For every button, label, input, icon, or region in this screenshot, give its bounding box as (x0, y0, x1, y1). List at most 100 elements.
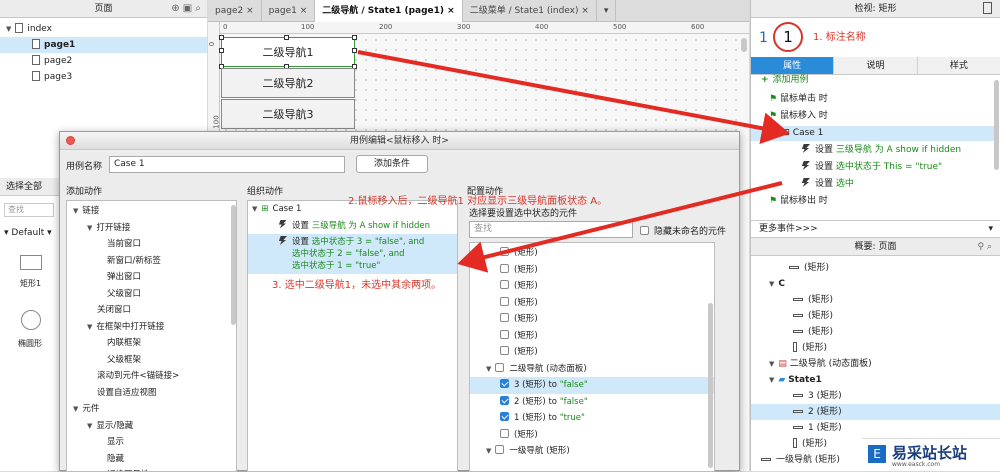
library-selector[interactable]: ▾ Default ▾ (4, 228, 52, 238)
action-item[interactable]: 关闭窗口 (67, 302, 236, 319)
config-row[interactable]: ▼ 二级导航 (动态面板) (470, 361, 714, 378)
checkbox[interactable] (500, 346, 509, 355)
add-condition-button[interactable]: 添加条件 (356, 155, 428, 173)
org-action-1[interactable]: 设置 三级导航 为 A show if hidden (248, 218, 457, 235)
inspector-tab-2[interactable]: 样式 (917, 57, 1000, 74)
widget-name-circled[interactable]: 1 (773, 22, 803, 52)
checkbox[interactable] (500, 280, 509, 289)
action-item[interactable]: 隐藏 (67, 451, 236, 468)
inspector-event-3[interactable]: 设置 三级导航 为 A show if hidden (801, 143, 961, 158)
resize-handle[interactable] (284, 35, 289, 40)
action-item[interactable]: ▼ 显示/隐藏 (67, 418, 236, 435)
config-row[interactable]: (矩形) (470, 328, 714, 345)
checkbox[interactable] (500, 247, 509, 256)
action-item[interactable]: 设置自适应视图 (67, 385, 236, 402)
page-tree-item[interactable]: page2 (0, 53, 207, 69)
canvas-nav-item-2[interactable]: 二级导航2 (221, 68, 355, 98)
filter-search-icons[interactable]: ⚲ ⌕ (978, 238, 993, 256)
canvas-nav-item-1[interactable]: 二级导航1 (221, 37, 355, 67)
config-row[interactable]: 1 (矩形) to "true" (470, 410, 714, 427)
checkbox[interactable] (500, 263, 509, 273)
outline-item[interactable]: (矩形) (751, 260, 1000, 276)
outline-item[interactable]: (矩形) (751, 308, 1000, 324)
page-tree-item[interactable]: page3 (0, 69, 207, 85)
tab-2[interactable]: 二级导航 / State1 (page1) × (315, 0, 463, 22)
ellipse-widget-icon[interactable] (21, 310, 41, 330)
close-icon[interactable]: × (243, 6, 254, 16)
add-case-link[interactable]: + 添加用例 (761, 73, 809, 88)
resize-handle[interactable] (352, 35, 357, 40)
page-tree-item[interactable]: page1 (0, 37, 207, 53)
resize-handle[interactable] (219, 35, 224, 40)
resize-handle[interactable] (219, 48, 224, 53)
checkbox[interactable] (500, 428, 509, 438)
canvas-nav-item-3[interactable]: 二级导航3 (221, 99, 355, 129)
more-events-dropdown[interactable]: 更多事件>>> ▾ (751, 220, 1000, 238)
action-item[interactable]: 父级窗口 (67, 286, 236, 303)
action-item[interactable]: 切换可见性 (67, 467, 236, 471)
outline-item[interactable]: ▼ ▰ State1 (751, 372, 1000, 388)
case-name-input[interactable]: Case 1 (109, 156, 345, 173)
checkbox[interactable] (495, 362, 505, 372)
config-row[interactable]: 2 (矩形) to "false" (470, 394, 714, 411)
inspector-event-6[interactable]: ⚑ 鼠标移出 时 (769, 194, 828, 209)
inspector-scrollbar[interactable] (994, 80, 999, 170)
checkbox[interactable] (500, 296, 509, 306)
action-scrollbar[interactable] (231, 205, 236, 325)
checkbox[interactable] (500, 379, 509, 388)
page-tree-item[interactable]: ▼ index (0, 21, 207, 37)
checkbox[interactable] (500, 412, 509, 421)
select-all-button[interactable]: 选择全部 (0, 178, 59, 196)
org-action-2[interactable]: 设置 选中状态于 3 = "false", and 选中状态于 2 = "fal… (248, 234, 457, 274)
widget-search-input[interactable]: 查找 (4, 203, 54, 217)
inspector-event-5[interactable]: 设置 选中 (801, 177, 854, 192)
inspector-event-0[interactable]: ⚑ 鼠标单击 时 (769, 92, 828, 107)
close-icon[interactable]: × (297, 6, 308, 16)
tab-0[interactable]: page2 × (208, 0, 262, 22)
outline-item[interactable]: 1 (矩形) (751, 420, 1000, 436)
action-item[interactable]: 弹出窗口 (67, 269, 236, 286)
checkbox[interactable] (500, 329, 509, 339)
outline-item[interactable]: (矩形) (751, 324, 1000, 340)
tab-overflow-icon[interactable]: ▾ (597, 0, 617, 22)
inspector-event-2[interactable]: ▼ ⊞ Case 1 (751, 126, 994, 141)
hide-unnamed-checkbox[interactable]: 隐藏未命名的元件 (640, 224, 726, 237)
close-icon[interactable] (66, 136, 75, 145)
inspector-tab-1[interactable]: 说明 (834, 57, 918, 74)
config-row[interactable]: (矩形) (470, 344, 714, 361)
inspector-tab-0[interactable]: 属性 (751, 57, 835, 74)
action-item[interactable]: 父级框架 (67, 352, 236, 369)
close-icon[interactable]: × (579, 6, 589, 16)
action-item[interactable]: 当前窗口 (67, 236, 236, 253)
config-row[interactable]: (矩形) (470, 295, 714, 312)
pages-toolbar-icons[interactable]: ⊕ ▣ ⌕ (171, 0, 201, 18)
config-row[interactable]: 3 (矩形) to "false" (470, 377, 714, 394)
action-item[interactable]: ▼ 在框架中打开链接 (67, 319, 236, 336)
config-row[interactable]: (矩形) (470, 427, 714, 444)
config-scrollbar[interactable] (708, 303, 713, 468)
inspector-event-4[interactable]: 设置 选中状态于 This = "true" (801, 160, 942, 175)
checkbox[interactable] (500, 313, 509, 322)
outline-item[interactable]: (矩形) (751, 340, 1000, 356)
config-search-input[interactable]: 查找 (469, 221, 633, 238)
action-item[interactable]: ▼ 打开链接 (67, 220, 236, 237)
outline-item[interactable]: ▼ C (751, 276, 1000, 292)
resize-handle[interactable] (352, 48, 357, 53)
inspector-event-1[interactable]: ⚑ 鼠标移入 时 (769, 109, 828, 124)
outline-item[interactable]: 3 (矩形) (751, 388, 1000, 404)
action-item[interactable]: ▼ 元件 (67, 401, 236, 418)
tab-1[interactable]: page1 × (262, 0, 316, 22)
close-icon[interactable]: × (444, 6, 455, 16)
page-icon[interactable] (983, 2, 992, 14)
outline-item[interactable]: 2 (矩形) (751, 404, 1000, 420)
outline-item[interactable]: (矩形) (751, 292, 1000, 308)
checkbox[interactable] (495, 445, 505, 454)
action-item[interactable]: 内联框架 (67, 335, 236, 352)
config-row[interactable]: (矩形) (470, 311, 714, 328)
checkbox[interactable] (500, 395, 509, 405)
action-item[interactable]: 显示 (67, 434, 236, 451)
config-row[interactable]: (矩形) (470, 278, 714, 295)
canvas-scrollbar[interactable] (741, 38, 747, 52)
config-row[interactable]: (矩形) (470, 245, 714, 262)
tab-3[interactable]: 二级菜单 / State1 (index) × (463, 0, 597, 22)
